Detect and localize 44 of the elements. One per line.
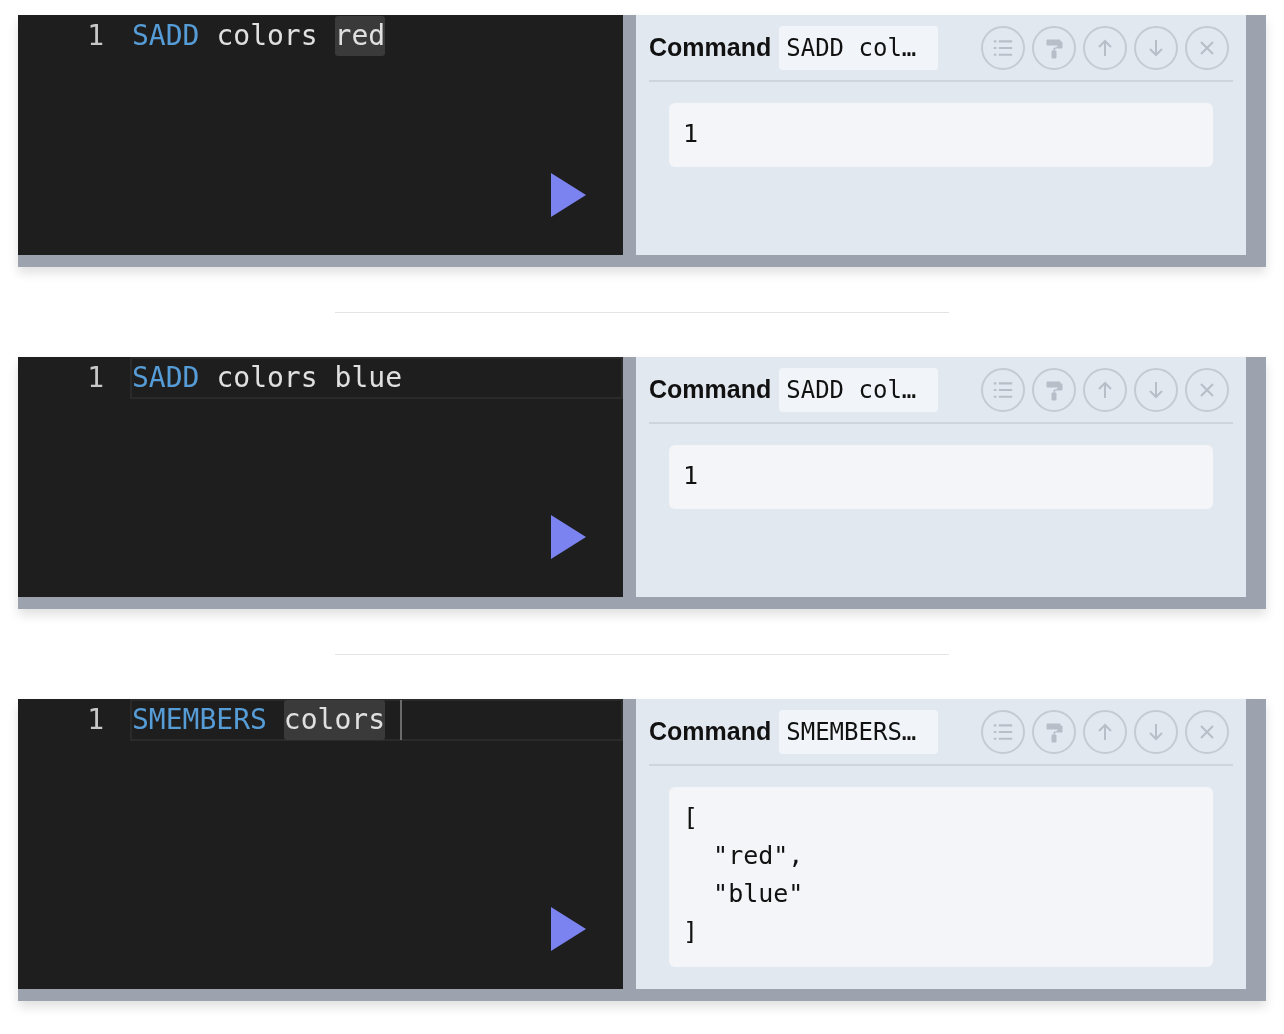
command-argument: colors <box>216 360 318 396</box>
list-button[interactable] <box>981 367 1025 412</box>
run-button[interactable] <box>551 515 586 559</box>
arrow-up-button[interactable] <box>1083 25 1127 70</box>
line-number: 1 <box>86 18 105 54</box>
command-keyword: SADD <box>132 360 200 396</box>
command-output: 1 <box>669 445 1213 509</box>
list-icon <box>993 37 1013 58</box>
paint-roller-button[interactable] <box>1032 367 1076 412</box>
command-label: Command <box>649 31 772 63</box>
command-argument: colors <box>283 700 385 740</box>
command-argument: colors <box>216 18 318 54</box>
run-button[interactable] <box>551 173 586 217</box>
run-button[interactable] <box>551 907 586 951</box>
command-chip: SADD col… <box>779 25 939 70</box>
arrow-up-button[interactable] <box>1083 709 1127 754</box>
command-output: [ "red", "blue" ] <box>669 787 1213 967</box>
close-button[interactable] <box>1185 25 1229 70</box>
command-keyword: SADD <box>132 18 200 54</box>
command-output: 1 <box>669 103 1213 167</box>
arrow-down-button[interactable] <box>1134 709 1178 754</box>
command-chip: SADD col… <box>779 367 939 412</box>
list-icon <box>993 721 1013 742</box>
close-button[interactable] <box>1185 709 1229 754</box>
command-argument: blue <box>334 360 403 396</box>
code-editor[interactable]: 1 SMEMBERS colors <box>18 699 623 989</box>
line-number: 1 <box>86 702 105 738</box>
command-argument: red <box>334 16 386 56</box>
command-label: Command <box>649 715 772 747</box>
list-icon <box>993 379 1013 400</box>
arrow-up-button[interactable] <box>1083 367 1127 412</box>
list-button[interactable] <box>981 709 1025 754</box>
arrow-down-button[interactable] <box>1134 367 1178 412</box>
command-label: Command <box>649 373 772 405</box>
paint-roller-button[interactable] <box>1032 709 1076 754</box>
line-number: 1 <box>86 360 105 396</box>
code-editor[interactable]: 1 SADD colors blue <box>18 357 623 597</box>
command-keyword: SMEMBERS <box>132 702 267 738</box>
arrow-down-button[interactable] <box>1134 25 1178 70</box>
code-editor[interactable]: 1 SADD colors red <box>18 15 623 255</box>
list-button[interactable] <box>981 25 1025 70</box>
close-button[interactable] <box>1185 367 1229 412</box>
command-chip: SMEMBERS… <box>779 709 939 754</box>
paint-roller-button[interactable] <box>1032 25 1076 70</box>
